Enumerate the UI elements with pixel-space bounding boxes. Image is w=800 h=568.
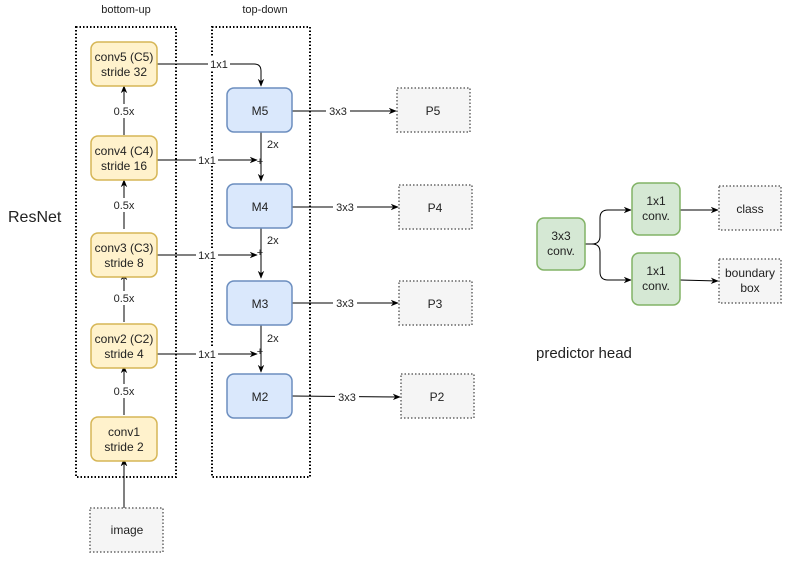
merge-plus: + <box>257 156 263 168</box>
svg-text:M3: M3 <box>252 297 269 311</box>
svg-text:stride 16: stride 16 <box>101 159 147 173</box>
node-m2[interactable]: M2 <box>226 373 293 419</box>
node-head-3x3-conv[interactable]: 3x3 conv. <box>536 217 586 271</box>
svg-text:boundary: boundary <box>725 266 775 280</box>
svg-text:conv3 (C3): conv3 (C3) <box>95 241 154 255</box>
predictor-head: 3x3 conv. 1x1 conv. 1x1 conv. class boun… <box>536 182 782 306</box>
node-p2[interactable]: P2 <box>400 373 475 419</box>
svg-text:0.5x: 0.5x <box>114 106 135 118</box>
svg-text:3x3: 3x3 <box>336 202 354 214</box>
predictor-head-label: predictor head <box>536 345 632 362</box>
node-conv5[interactable]: conv5 (C5) stride 32 <box>90 41 158 87</box>
svg-text:box: box <box>740 281 759 295</box>
node-class-output[interactable]: class <box>718 185 782 231</box>
svg-text:1x1: 1x1 <box>198 250 216 262</box>
svg-text:image: image <box>111 523 144 537</box>
svg-text:stride 32: stride 32 <box>101 65 147 79</box>
node-p5[interactable]: P5 <box>396 87 471 133</box>
merge-plus: + <box>257 346 263 358</box>
svg-text:conv2 (C2): conv2 (C2) <box>95 332 154 346</box>
svg-text:2x: 2x <box>267 235 279 247</box>
svg-text:3x3: 3x3 <box>551 229 571 243</box>
node-conv2[interactable]: conv2 (C2) stride 4 <box>90 323 158 369</box>
svg-text:1x1: 1x1 <box>198 349 216 361</box>
resnet-label: ResNet <box>8 209 62 226</box>
node-m5[interactable]: M5 <box>226 87 293 133</box>
svg-text:0.5x: 0.5x <box>114 200 135 212</box>
svg-text:2x: 2x <box>267 139 279 151</box>
svg-text:M2: M2 <box>252 390 269 404</box>
node-m3[interactable]: M3 <box>226 280 293 326</box>
node-image[interactable]: image <box>89 507 164 553</box>
output-nodes: P5 P4 P3 P2 <box>396 87 475 419</box>
svg-text:stride 8: stride 8 <box>104 256 144 270</box>
svg-text:0.5x: 0.5x <box>114 293 135 305</box>
merge-plus: + <box>257 247 263 259</box>
node-box-output[interactable]: boundary box <box>718 258 782 304</box>
svg-text:conv5 (C5): conv5 (C5) <box>95 50 154 64</box>
svg-text:3x3: 3x3 <box>336 298 354 310</box>
svg-text:P2: P2 <box>430 390 445 404</box>
node-p4[interactable]: P4 <box>398 184 473 230</box>
svg-text:M4: M4 <box>252 200 269 214</box>
fpn-diagram: bottom-up top-down ResNet predictor head… <box>8 4 782 553</box>
node-conv3[interactable]: conv3 (C3) stride 8 <box>90 232 158 278</box>
svg-text:stride 4: stride 4 <box>104 347 144 361</box>
svg-text:1x1: 1x1 <box>210 59 228 71</box>
svg-text:M5: M5 <box>252 104 269 118</box>
node-head-class-conv[interactable]: 1x1 conv. <box>631 182 681 236</box>
svg-text:stride 2: stride 2 <box>104 440 144 454</box>
svg-text:1x1: 1x1 <box>198 155 216 167</box>
svg-text:conv.: conv. <box>642 279 670 293</box>
svg-text:0.5x: 0.5x <box>114 386 135 398</box>
svg-text:1x1: 1x1 <box>646 194 666 208</box>
top-down-title: top-down <box>242 4 287 16</box>
svg-text:conv.: conv. <box>642 209 670 223</box>
svg-text:2x: 2x <box>267 333 279 345</box>
svg-text:3x3: 3x3 <box>338 392 356 404</box>
node-conv1[interactable]: conv1 stride 2 <box>90 416 158 462</box>
svg-text:class: class <box>736 202 763 216</box>
svg-text:1x1: 1x1 <box>646 264 666 278</box>
svg-text:conv4 (C4): conv4 (C4) <box>95 144 154 158</box>
node-m4[interactable]: M4 <box>226 183 293 229</box>
svg-text:conv1: conv1 <box>108 425 140 439</box>
upsample-connections: 2x 2x 2x + + + <box>257 132 279 373</box>
svg-text:conv.: conv. <box>547 244 575 258</box>
svg-text:P4: P4 <box>428 201 443 215</box>
svg-text:P3: P3 <box>428 297 443 311</box>
node-head-box-conv[interactable]: 1x1 conv. <box>631 252 681 306</box>
node-conv4[interactable]: conv4 (C4) stride 16 <box>90 135 158 181</box>
svg-text:P5: P5 <box>426 104 441 118</box>
svg-text:3x3: 3x3 <box>329 106 347 118</box>
smoothing-connections: 3x3 3x3 3x3 3x3 <box>291 104 401 404</box>
node-p3[interactable]: P3 <box>398 280 473 326</box>
bottom-up-title: bottom-up <box>101 4 151 16</box>
